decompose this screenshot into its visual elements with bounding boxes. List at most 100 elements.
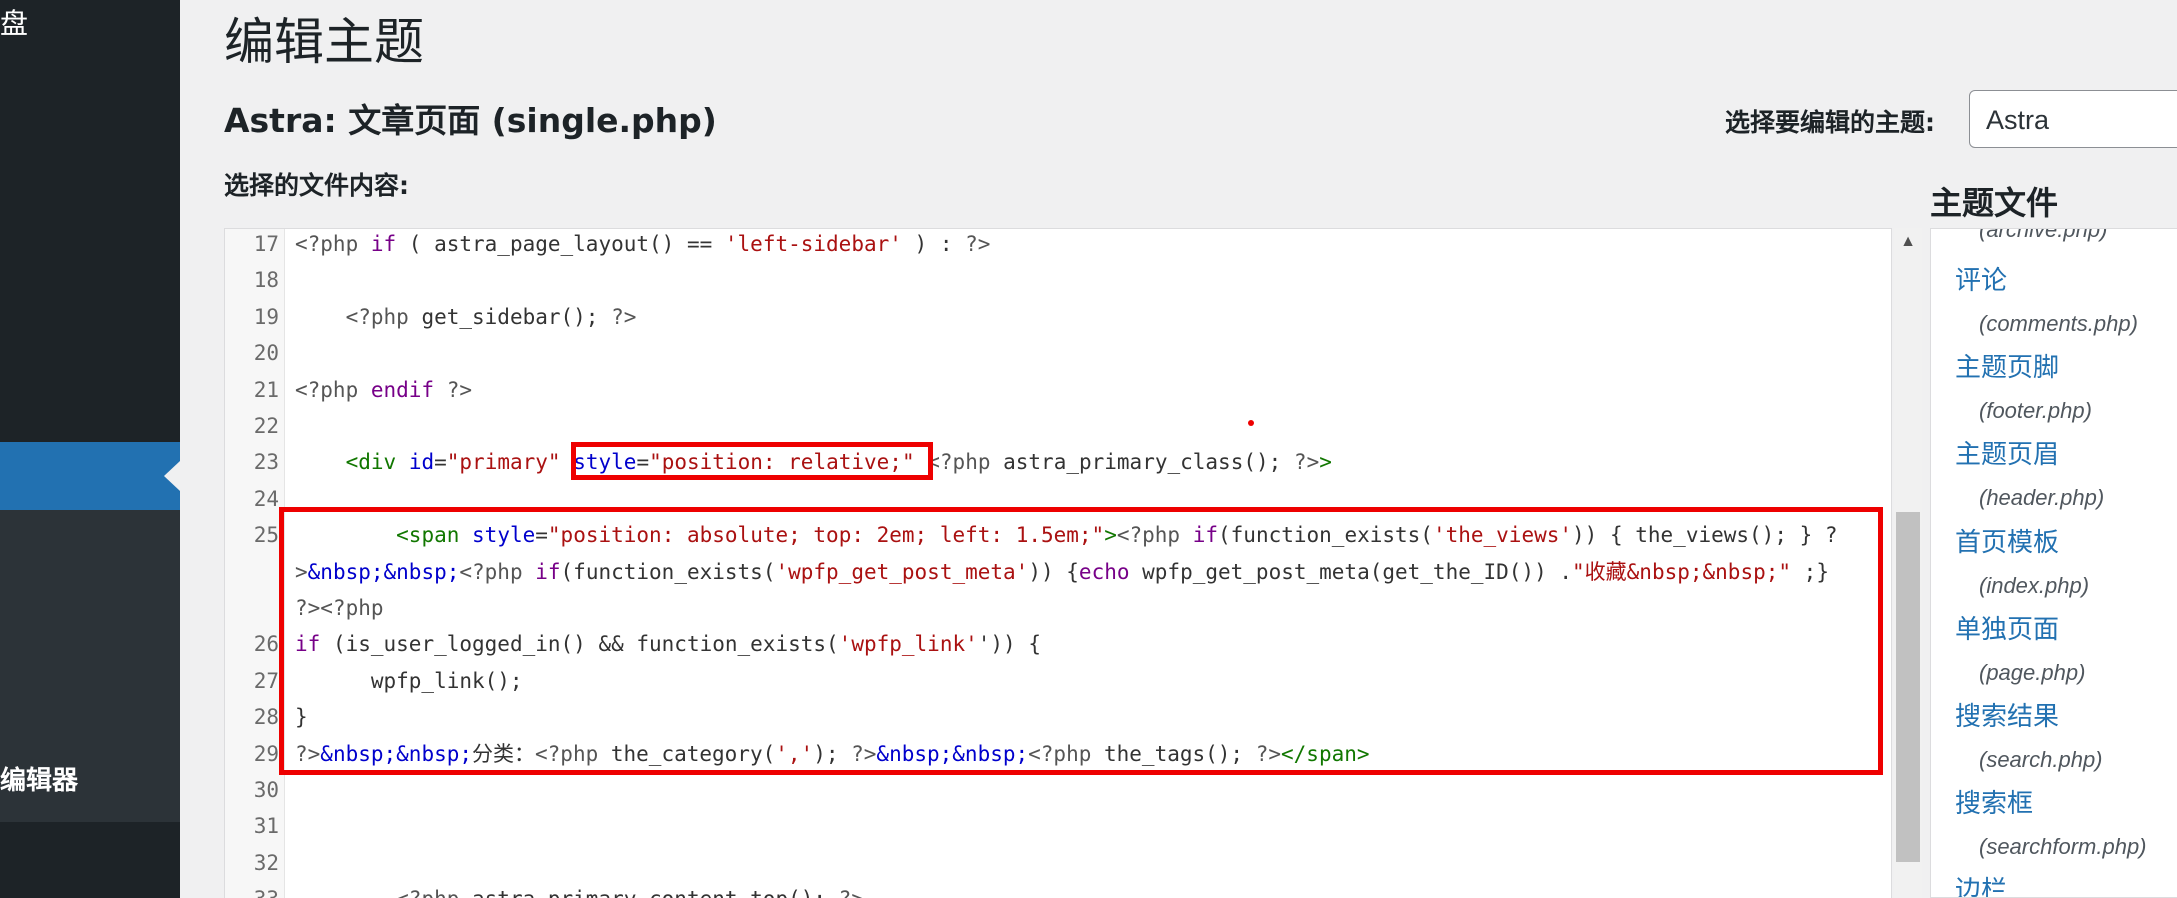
menu-item-appearance-active[interactable] [0,442,180,510]
line-number: 18 [253,268,279,293]
file-entry-filename: (header.php) [1979,485,2105,511]
line-number: 23 [253,450,279,475]
line-number: 30 [253,778,279,802]
file-entry[interactable]: 首页模板 (index.php) [1955,521,2089,607]
file-entry[interactable]: 边栏 [1955,869,2007,897]
code-line[interactable]: 30 [225,772,1891,808]
code-token: > [1319,450,1332,475]
line-number: 24 [253,486,279,511]
code-token: ( astra_page_layout() == [396,232,725,256]
code-token: <div [345,450,397,475]
code-token: <?php [295,377,371,402]
file-entry-label[interactable]: 主题页眉 [1955,433,2104,477]
code-line[interactable]: 32 [225,845,1891,881]
admin-sidebar: 盘 编辑器 [0,0,180,898]
line-number: 28 [253,705,279,730]
code-line[interactable]: 19 <?php get_sidebar(); ?> [225,299,1891,335]
line-number: 19 [253,304,279,329]
file-entry-label[interactable]: 搜索框 [1955,782,2147,826]
line-number: 32 [253,850,279,875]
file-entry-label[interactable]: 评论 [1955,259,2138,303]
annotation-dot [1248,420,1254,426]
code-token: id [408,450,435,475]
file-entry-label[interactable]: 主题页脚 [1955,346,2092,390]
code-line[interactable]: 23 <div id="primary" style="position: re… [225,444,1891,480]
code-line[interactable]: 20 [225,335,1891,371]
scrollbar-thumb[interactable] [1896,512,1920,862]
code-text: <?php endif ?> [295,372,472,408]
file-entry[interactable]: 评论 (comments.php) [1955,259,2138,345]
code-text: <?php if ( astra_page_layout() == 'left-… [295,229,991,262]
file-entry-filename: (index.php) [1979,572,2090,598]
code-token: get_sidebar(); [421,304,612,329]
line-number: 26 [253,632,279,657]
theme-files-title: 主题文件 [1930,184,2059,222]
file-entry-filename: (search.php) [1979,747,2103,772]
code-line[interactable]: 33 <?php astra_primary_content_top(); ?> [225,881,1891,898]
theme-select[interactable]: Astra [1969,90,2177,148]
file-heading-name: 文章页面 [348,101,481,140]
menu-item-dashboard-fragment[interactable]: 盘 [0,2,28,42]
code-token: ?> [611,304,637,329]
code-token: endif [370,377,435,402]
code-token: <?php [345,304,422,329]
file-entry-label[interactable]: 单独页面 [1955,608,2085,652]
active-menu-arrow-icon [164,461,180,491]
line-number: 33 [225,881,279,898]
file-entry-label[interactable]: 搜索结果 [1955,695,2103,739]
file-entry-label[interactable]: 首页模板 [1955,521,2089,565]
theme-select-label: 选择要编辑的主题: [1725,108,1935,137]
code-token: "primary" [446,450,561,475]
file-heading-theme: Astra: [224,101,349,140]
theme-files-list: (archive.php) 评论 (comments.php) 主题页脚 (foote… [1930,228,2177,898]
code-token: ) : [901,232,966,256]
code-token: 'left-sidebar' [724,232,902,256]
line-number: 21 [253,377,279,402]
code-token: astra_primary_content_top(); [472,887,839,898]
code-token: = [434,450,447,475]
file-entry-filename: (page.php) [1979,659,2086,685]
code-token: ?> [1293,450,1320,475]
file-entry-label[interactable]: 边栏 [1955,869,2007,897]
annotation-box-style [571,442,933,480]
line-number: 29 [253,741,279,766]
code-text: <?php astra_primary_content_top(); ?> [295,881,864,898]
line-number: 25 [253,523,279,548]
file-entry-filename: (comments.php) [1979,311,2138,336]
file-entry[interactable]: 主题页脚 (footer.php) [1955,346,2092,432]
code-line[interactable]: 21 <?php endif ?> [225,372,1891,408]
file-entry-archive[interactable]: (archive.php) [1979,229,2107,243]
line-number: 31 [253,814,279,839]
file-entry[interactable]: 主题页眉 (header.php) [1955,433,2104,519]
submenu-item-theme-editor[interactable]: 编辑器 [0,760,78,797]
file-entry[interactable]: 搜索结果 (search.php) [1955,695,2103,781]
page-title: 编辑主题 [224,13,424,71]
code-token: <?php [396,887,472,898]
code-token: ?> [446,377,473,402]
code-token: ?> [839,887,864,898]
code-line[interactable]: 31 [225,808,1891,844]
code-token: astra_primary_class(); [1003,450,1294,475]
code-token: ?> [965,232,991,256]
code-text: <?php get_sidebar(); ?> [295,299,637,335]
code-line[interactable]: 18 [225,262,1891,298]
annotation-box-span [279,507,1883,775]
code-line[interactable]: 22 [225,408,1891,444]
file-entry-filename: (footer.php) [1979,398,2092,424]
content-label: 选择的文件内容: [224,171,409,200]
file-entry[interactable]: 搜索框 (searchform.php) [1955,782,2147,868]
line-number: 22 [253,414,279,438]
file-entry[interactable]: 单独页面 (page.php) [1955,608,2085,694]
line-number: 17 [253,232,279,256]
code-line[interactable]: 17 <?php if ( astra_page_layout() == 'lef… [225,229,1891,262]
code-token: <?php [927,450,1004,475]
scroll-up-arrow-icon[interactable]: ▲ [1898,232,1918,252]
code-token: <?php [295,232,371,256]
line-number: 27 [253,668,279,693]
file-heading-file: (single.php) [480,101,717,140]
